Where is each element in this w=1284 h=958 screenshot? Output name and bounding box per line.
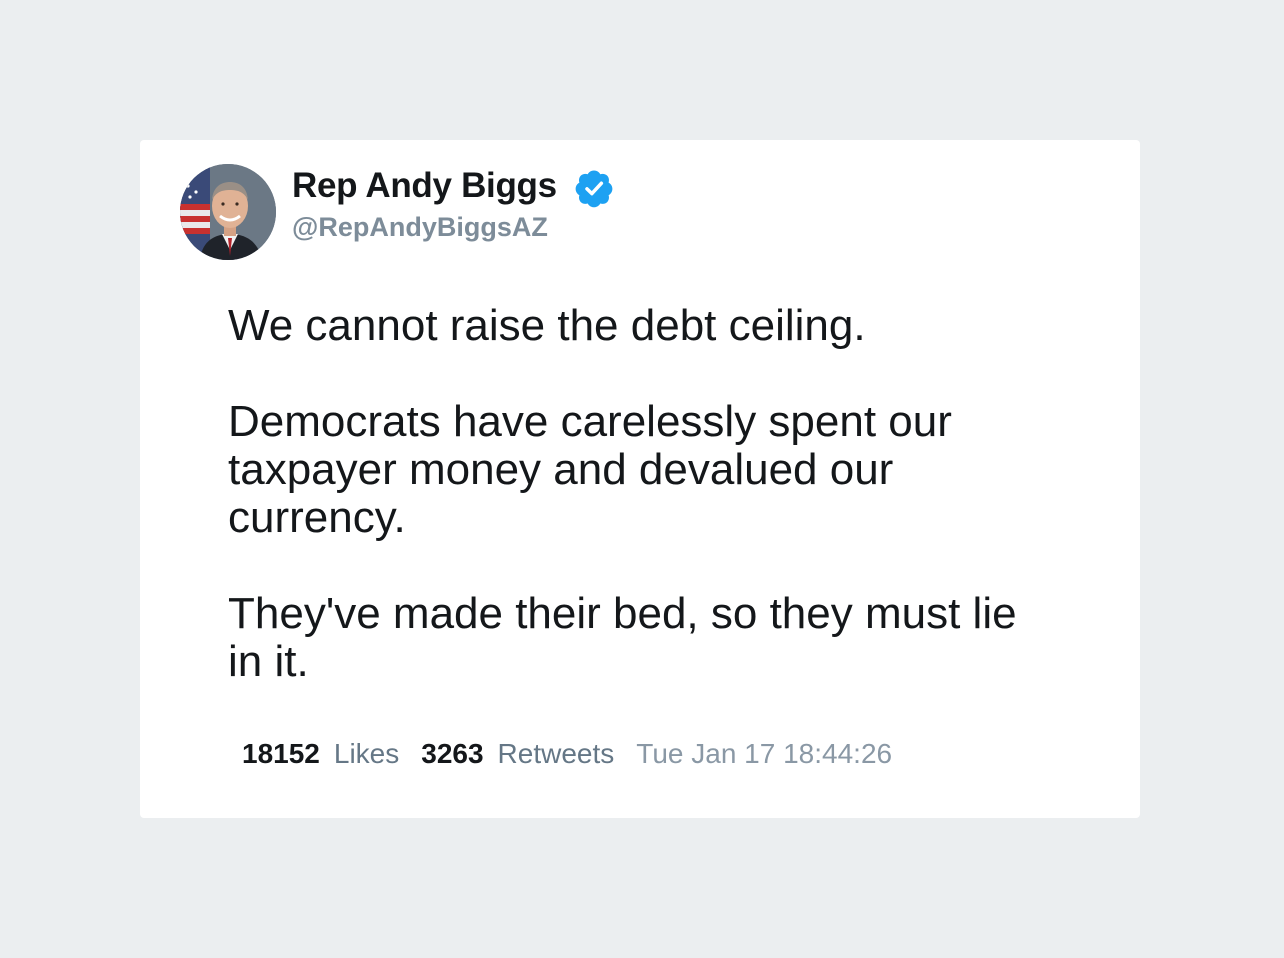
retweets-label: Retweets bbox=[497, 738, 615, 769]
tweet-paragraph: They've made their bed, so they must lie… bbox=[228, 589, 1017, 686]
tweet-timestamp: Tue Jan 17 18:44:26 bbox=[636, 738, 893, 769]
tweet-paragraph: We cannot raise the debt ceiling. bbox=[228, 301, 866, 350]
tweet-paragraph: Democrats have carelessly spent our taxp… bbox=[228, 397, 952, 542]
verified-badge-icon bbox=[575, 170, 613, 208]
retweets-count: 3263 bbox=[421, 738, 484, 769]
author-name-row: Rep Andy Biggs bbox=[292, 164, 615, 208]
likes-count: 18152 bbox=[242, 738, 320, 769]
author-handle[interactable]: @RepAndyBiggsAZ bbox=[292, 212, 548, 243]
tweet-card: Rep Andy Biggs @RepAndyBiggsAZ We cannot… bbox=[140, 140, 1140, 818]
avatar-photo bbox=[180, 164, 276, 260]
tweet-stats: 18152 Likes 3263 Retweets Tue Jan 17 18:… bbox=[242, 738, 892, 770]
author-display-name[interactable]: Rep Andy Biggs bbox=[292, 166, 557, 206]
likes-label: Likes bbox=[333, 738, 400, 769]
avatar[interactable] bbox=[180, 164, 276, 260]
tweet-text: We cannot raise the debt ceiling. Democr… bbox=[228, 302, 1048, 686]
